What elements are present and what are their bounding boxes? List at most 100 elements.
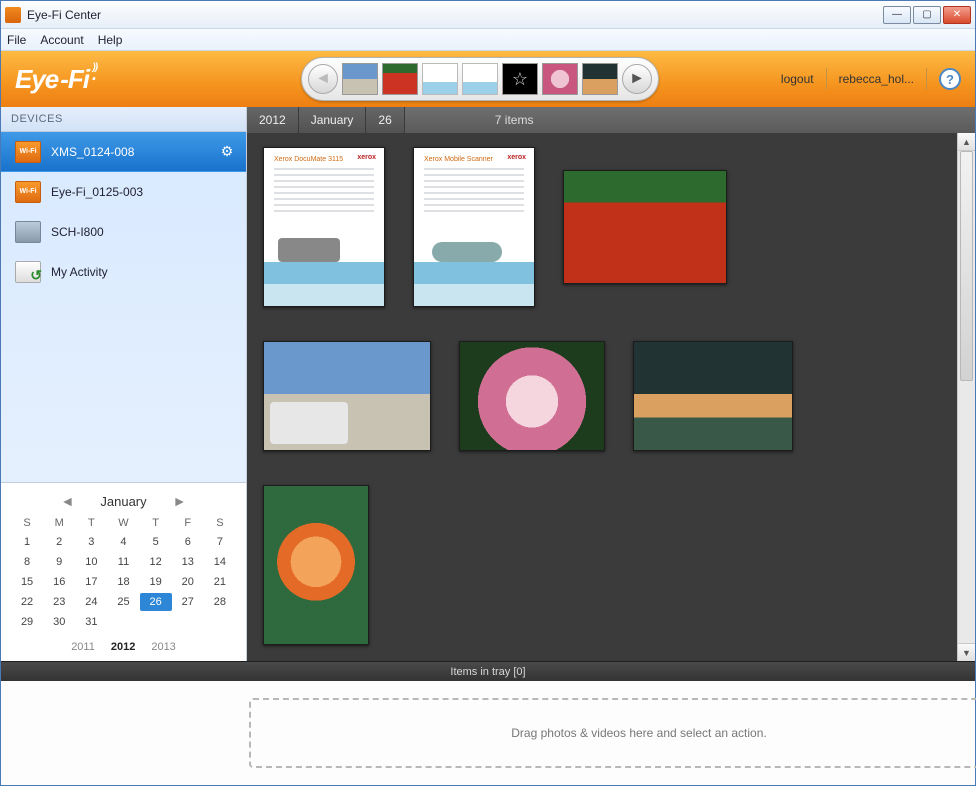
cal-day[interactable]: 11 [107,553,139,571]
menu-file[interactable]: File [7,33,26,47]
logo: Eye -Fi)) . [15,64,96,95]
cal-month-label: January [100,494,146,509]
scroll-thumb[interactable] [960,151,973,381]
logo-fi: -Fi)) [60,64,89,95]
cal-day[interactable]: 1 [11,533,43,551]
cal-day[interactable]: 30 [43,613,75,631]
strip-thumb[interactable] [422,63,458,95]
window-title: Eye-Fi Center [27,8,883,22]
photo-thumb[interactable]: xeroxXerox DocuMate 3115 [263,147,385,307]
username-link[interactable]: rebecca_hol... [839,72,914,86]
device-item[interactable]: My Activity [1,252,246,292]
cal-day[interactable]: 15 [11,573,43,591]
scrollbar[interactable]: ▲ ▼ [957,133,975,661]
strip-thumb[interactable] [382,63,418,95]
cal-dow: T [75,515,107,531]
scroll-up-button[interactable]: ▲ [958,133,975,151]
photo-thumb[interactable] [263,341,431,451]
thumbnail-strip: ◄ ☆ ► [301,57,659,101]
thumb-next-button[interactable]: ► [622,64,652,94]
cal-day[interactable]: 8 [11,553,43,571]
cal-day[interactable]: 5 [140,533,172,551]
cal-day[interactable]: 31 [75,613,107,631]
cal-dow: T [140,515,172,531]
close-button[interactable]: ✕ [943,6,971,24]
logout-link[interactable]: logout [781,72,814,86]
crumb-month[interactable]: January [299,107,367,133]
strip-thumb[interactable]: ☆ [502,63,538,95]
item-count: 7 items [495,113,534,127]
cal-dow: S [204,515,236,531]
cal-next-month[interactable]: ► [167,493,193,509]
tray-header: Items in tray [0] [1,661,975,681]
breadcrumb-bar: 2012 January 26 7 items [247,107,975,133]
app-icon [5,7,21,23]
cal-day[interactable]: 2 [43,533,75,551]
cal-day[interactable]: 22 [11,593,43,611]
strip-thumb[interactable] [542,63,578,95]
device-item[interactable]: Wi-Fi Eye-Fi_0125-003 [1,172,246,212]
cal-day[interactable]: 17 [75,573,107,591]
device-label: XMS_0124-008 [51,145,134,159]
cal-year-prev[interactable]: 2011 [71,641,95,653]
strip-thumb[interactable] [342,63,378,95]
crumb-year[interactable]: 2012 [247,107,299,133]
minimize-button[interactable]: — [883,6,911,24]
cal-day[interactable]: 21 [204,573,236,591]
wifi-card-icon: Wi-Fi [15,141,41,163]
cal-dow: W [107,515,139,531]
strip-thumb[interactable] [582,63,618,95]
cal-day[interactable]: 27 [172,593,204,611]
sidebar: DEVICES Wi-Fi XMS_0124-008 ⚙ Wi-Fi Eye-F… [1,107,247,661]
cal-day[interactable]: 10 [75,553,107,571]
cal-day[interactable]: 23 [43,593,75,611]
gear-icon[interactable]: ⚙ [218,143,236,161]
help-icon[interactable]: ? [939,68,961,90]
menu-account[interactable]: Account [40,33,83,47]
photo-thumb[interactable] [459,341,605,451]
cal-day[interactable]: 18 [107,573,139,591]
cal-day[interactable]: 9 [43,553,75,571]
wifi-card-icon: Wi-Fi [15,181,41,203]
separator [926,68,927,90]
activity-icon [15,261,41,283]
cal-day[interactable]: 14 [204,553,236,571]
cal-day[interactable]: 6 [172,533,204,551]
cal-day[interactable]: 7 [204,533,236,551]
maximize-button[interactable]: ▢ [913,6,941,24]
cal-day[interactable]: 16 [43,573,75,591]
photo-thumb[interactable] [563,170,727,284]
device-item[interactable]: SCH-I800 [1,212,246,252]
cal-day[interactable]: 25 [107,593,139,611]
phone-icon [15,221,41,243]
photo-thumb[interactable] [263,485,369,645]
cal-dow: F [172,515,204,531]
cal-day[interactable]: 24 [75,593,107,611]
strip-thumb[interactable] [462,63,498,95]
photo-thumb[interactable] [633,341,793,451]
photo-thumb[interactable]: xeroxXerox Mobile Scanner [413,147,535,307]
cal-day[interactable]: 20 [172,573,204,591]
cal-year-current[interactable]: 2012 [111,641,135,653]
cal-day[interactable]: 4 [107,533,139,551]
cal-day[interactable]: 13 [172,553,204,571]
thumb-prev-button[interactable]: ◄ [308,64,338,94]
calendar: ◄ January ► SMTWTFS123456789101112131415… [1,482,246,661]
cal-day[interactable]: 3 [75,533,107,551]
main-area: DEVICES Wi-Fi XMS_0124-008 ⚙ Wi-Fi Eye-F… [1,107,975,661]
scroll-down-button[interactable]: ▼ [958,643,975,661]
drop-zone[interactable]: Drag photos & videos here and select an … [249,698,976,768]
menubar: File Account Help [1,29,975,51]
cal-day[interactable]: 28 [204,593,236,611]
cal-day[interactable]: 19 [140,573,172,591]
device-item[interactable]: Wi-Fi XMS_0124-008 ⚙ [1,132,246,172]
menu-help[interactable]: Help [98,33,123,47]
cal-year-next[interactable]: 2013 [151,641,175,653]
cal-day[interactable]: 12 [140,553,172,571]
cal-day[interactable]: 26 [140,593,172,611]
cal-prev-month[interactable]: ◄ [55,493,81,509]
titlebar[interactable]: Eye-Fi Center — ▢ ✕ [1,1,975,29]
cal-day[interactable]: 29 [11,613,43,631]
crumb-day[interactable]: 26 [366,107,404,133]
logo-eye: Eye [15,64,58,95]
